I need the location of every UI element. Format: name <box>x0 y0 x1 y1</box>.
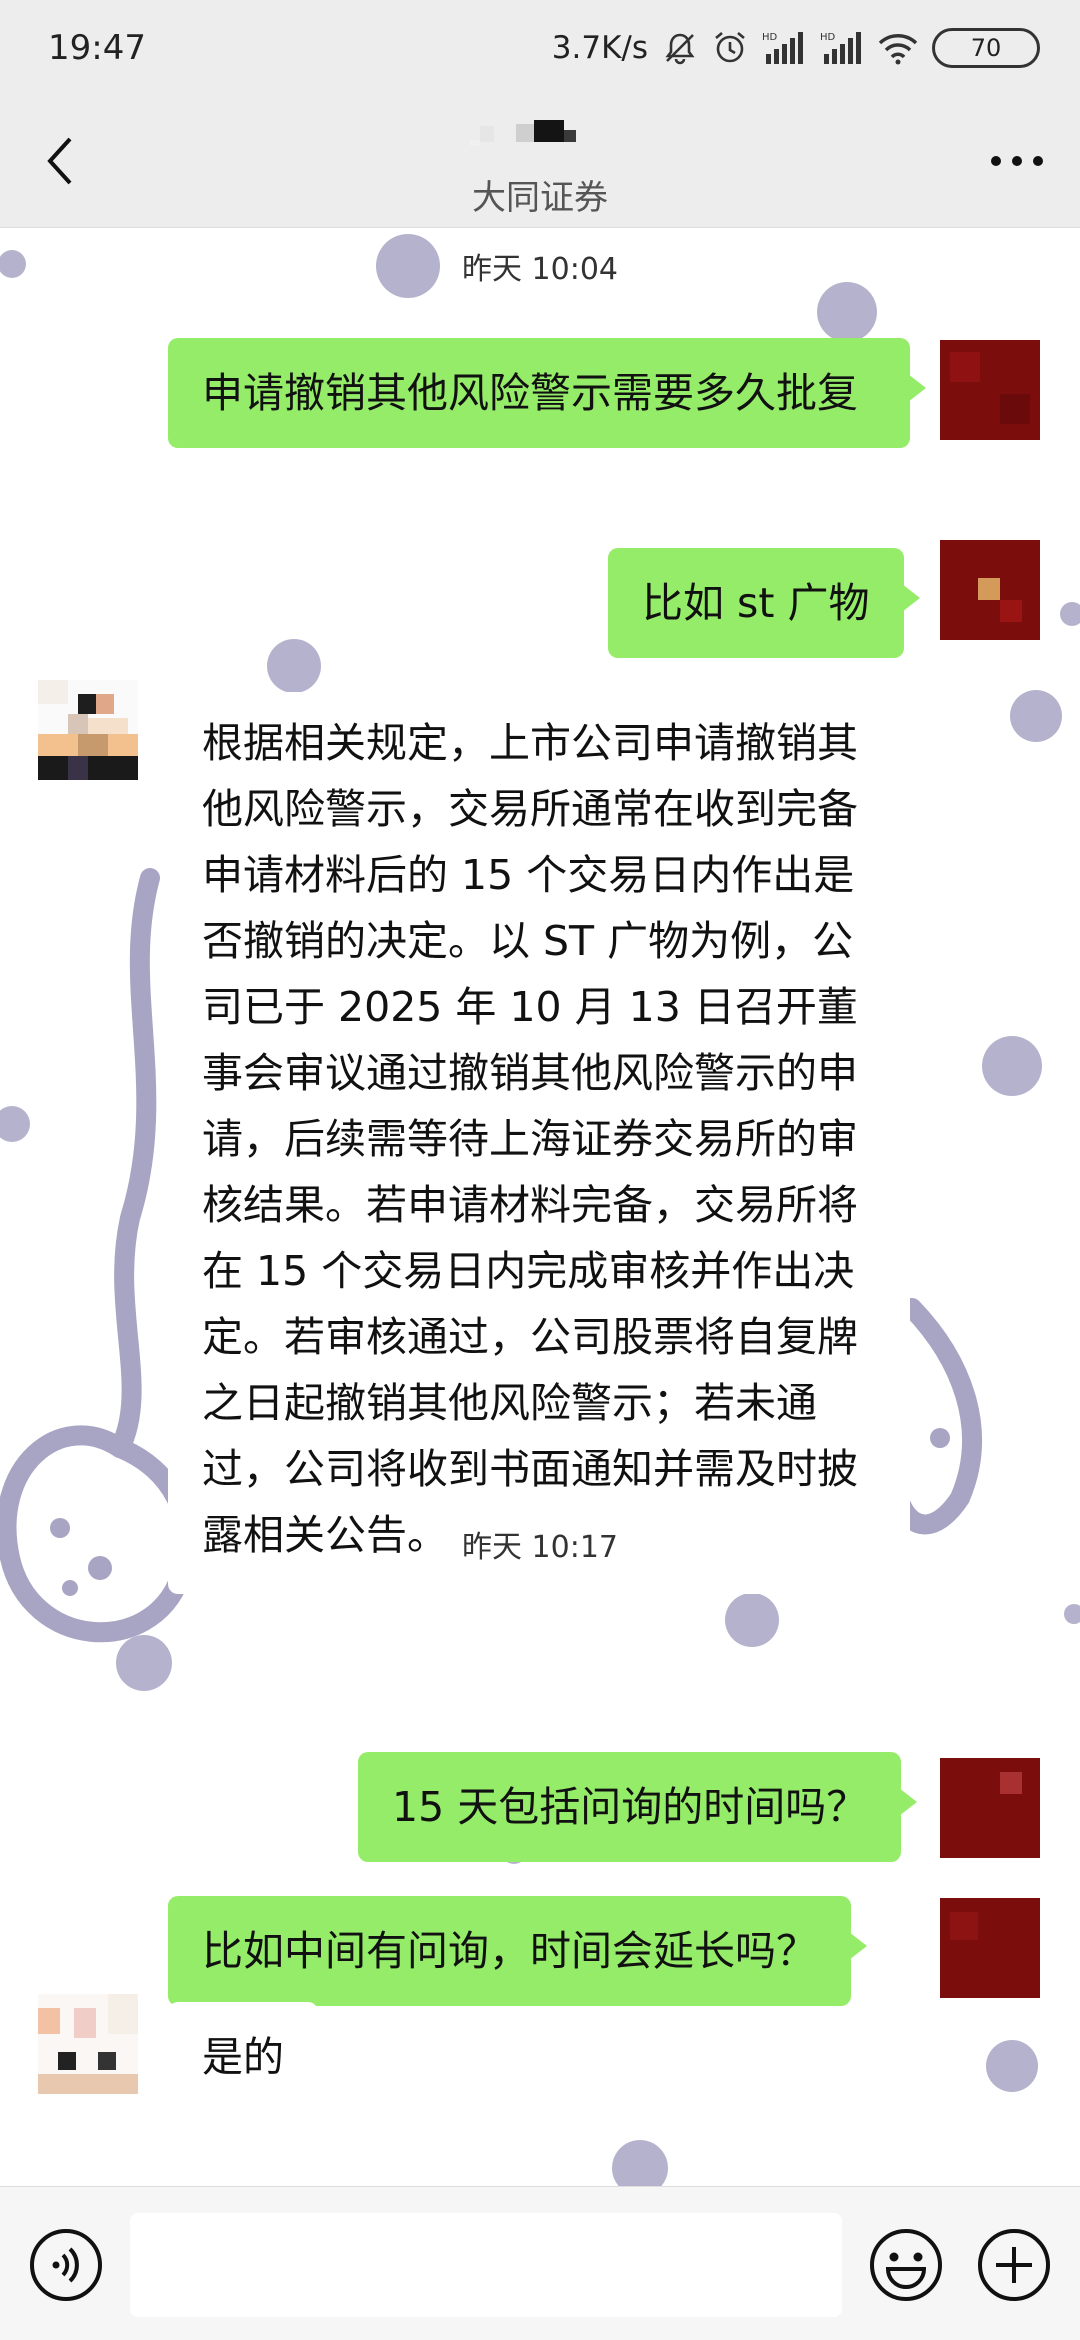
time-divider: 昨天 10:04 <box>462 252 618 287</box>
more-dots-icon <box>991 156 1043 166</box>
avatar[interactable] <box>940 1898 1040 1998</box>
input-bar <box>0 2186 1080 2340</box>
network-speed: 3.7K/s <box>551 30 648 66</box>
emoji-icon <box>870 2229 942 2301</box>
wifi-icon <box>878 31 918 65</box>
status-time: 19:47 <box>48 28 146 68</box>
status-icons: 3.7K/s HD HD 70 <box>552 28 1040 68</box>
plus-icon <box>978 2229 1050 2301</box>
message-bubble-sent[interactable]: 比如中间有问询，时间会延长吗？ <box>168 1896 867 2006</box>
contact-name-redacted <box>470 120 576 146</box>
more-button[interactable] <box>982 136 1052 186</box>
contact-subtitle: 大同证券 <box>472 178 608 218</box>
hd-signal-icon: HD <box>762 30 806 66</box>
message-bubble-received[interactable]: 是的 <box>152 2002 318 2112</box>
time-divider: 昨天 10:17 <box>462 1530 618 1565</box>
avatar[interactable] <box>38 680 138 780</box>
emoji-button[interactable] <box>868 2227 944 2303</box>
svg-text:HD: HD <box>762 32 778 43</box>
message-input[interactable] <box>130 2213 842 2317</box>
status-bar: 19:47 3.7K/s HD HD 70 <box>0 0 1080 96</box>
hd-signal-icon: HD <box>820 30 864 66</box>
message-bubble-sent[interactable]: 15 天包括问询的时间吗？ <box>358 1752 918 1862</box>
chat-area[interactable]: 昨天 10:04 申请撤销其他风险警示需要多久批复 比如 st 广物 根据相关规… <box>0 228 1080 2186</box>
voice-icon <box>30 2229 102 2301</box>
avatar[interactable] <box>940 540 1040 640</box>
message-bubble-sent[interactable]: 申请撤销其他风险警示需要多久批复 <box>168 338 926 448</box>
chat-header: 大同证券 <box>0 96 1080 228</box>
avatar[interactable] <box>940 340 1040 440</box>
plus-button[interactable] <box>976 2227 1052 2303</box>
voice-button[interactable] <box>28 2227 104 2303</box>
avatar[interactable] <box>940 1758 1040 1858</box>
alarm-icon <box>712 30 748 66</box>
message-bubble-received[interactable]: 根据相关规定，上市公司申请撤销其他风险警示，交易所通常在收到完备申请材料后的 1… <box>152 692 910 1594</box>
avatar[interactable] <box>38 1994 138 2094</box>
svg-text:HD: HD <box>820 32 836 43</box>
battery-indicator: 70 <box>932 28 1040 68</box>
message-bubble-sent[interactable]: 比如 st 广物 <box>608 548 920 658</box>
mute-bell-icon <box>662 30 698 66</box>
